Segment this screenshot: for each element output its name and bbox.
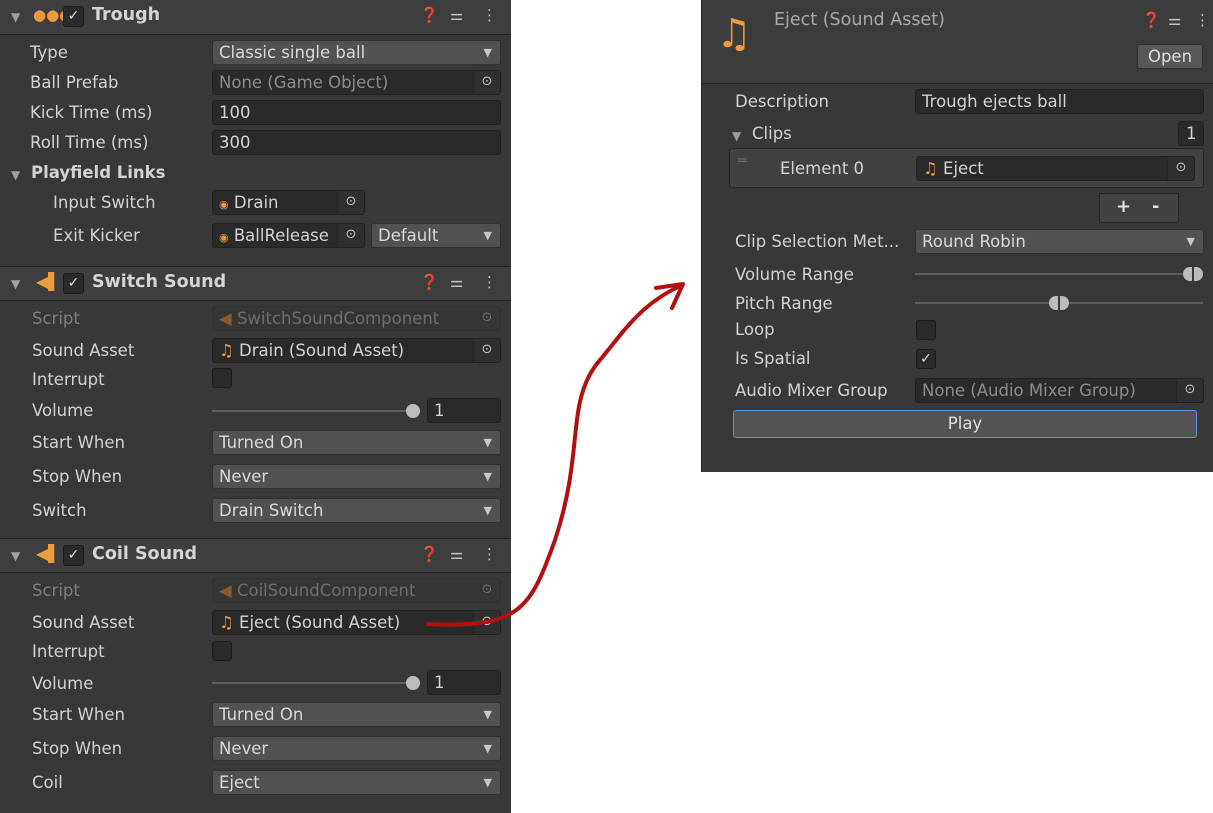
annotation-arrow [426,282,685,627]
